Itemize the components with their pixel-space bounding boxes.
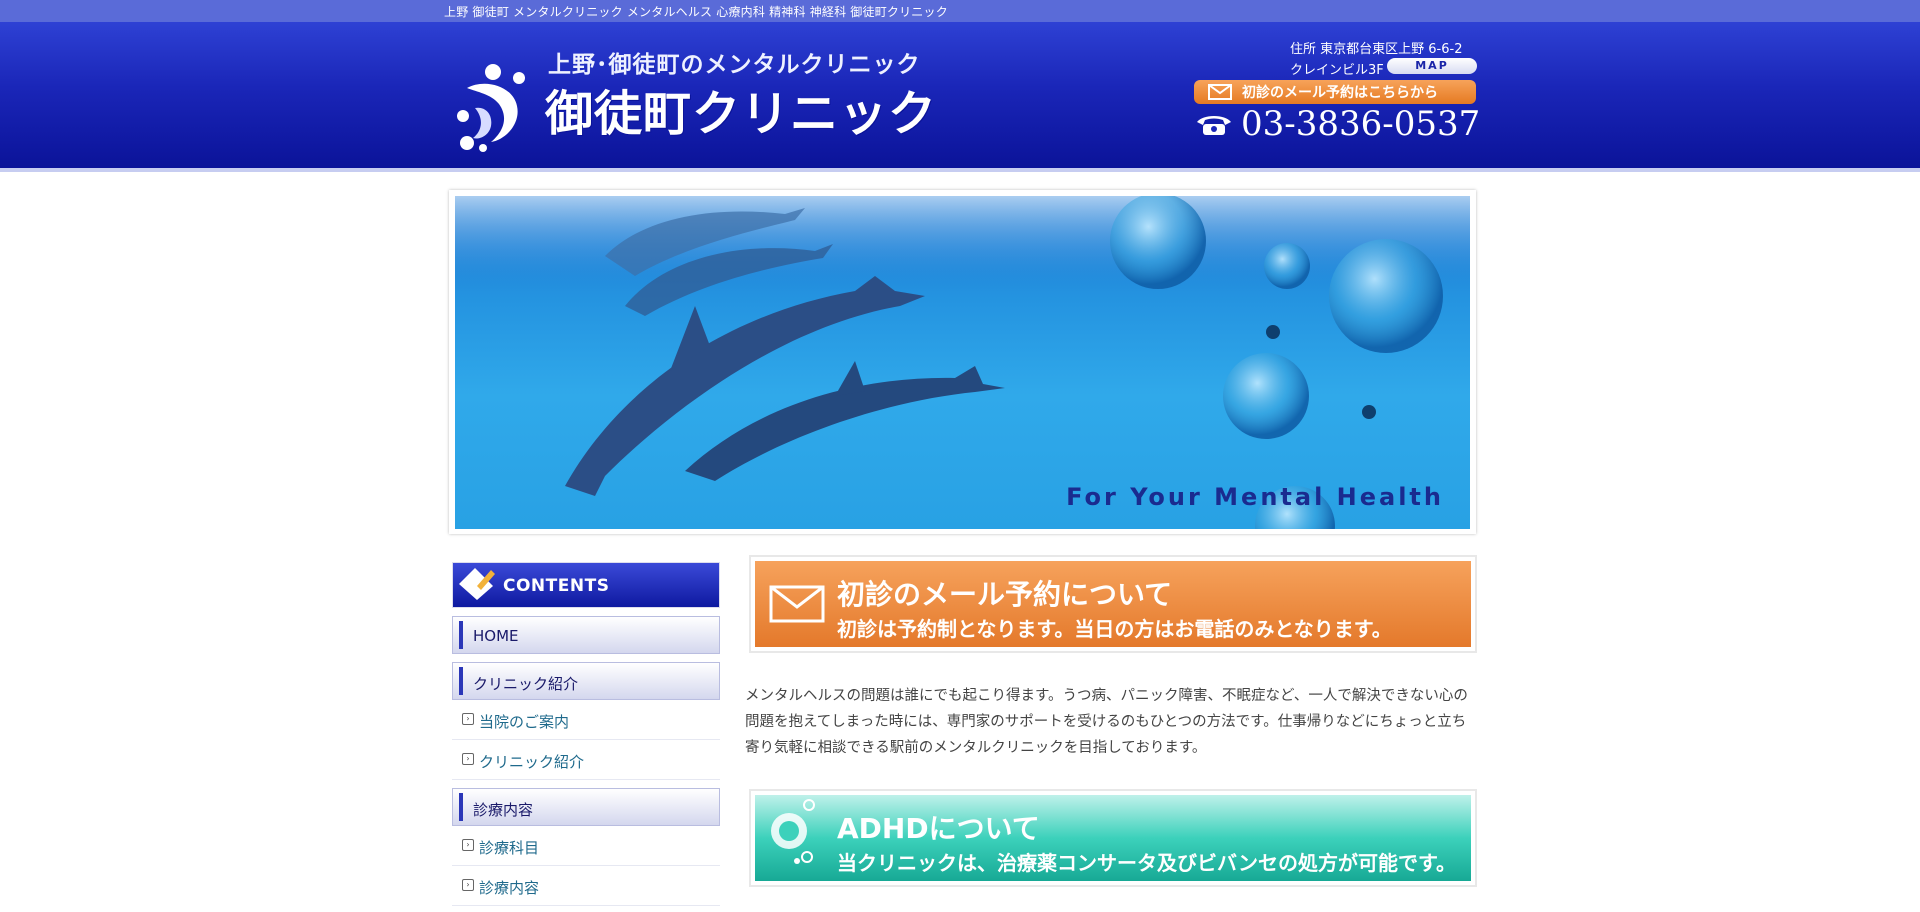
envelope-icon: [769, 585, 825, 623]
hero-image: For Your Mental Health: [455, 196, 1470, 529]
banner-desc: 当クリニックは、治療薬コンサータ及びビバンセの処方が可能です。: [837, 851, 1456, 875]
sidebar-section-clinic[interactable]: クリニック紹介: [452, 662, 720, 700]
sidebar-item-home[interactable]: HOME: [452, 616, 720, 654]
phone-number[interactable]: 03-3836-0537: [1195, 104, 1480, 144]
sidebar-item-label: クリニック紹介: [479, 753, 585, 771]
arrow-box-icon: ›: [462, 753, 474, 765]
gear-bubble-icon: [771, 799, 815, 864]
banner-desc: 初診は予約制となります。当日の方はお電話のみとなります。: [837, 617, 1392, 641]
pencil-note-icon: [459, 568, 495, 600]
site-header: 上野･御徒町のメンタルクリニック 御徒町クリニック 住所 東京都台東区上野 6-…: [0, 22, 1920, 172]
sidebar-item-treatment-details[interactable]: › 診療内容: [452, 866, 720, 906]
sidebar-section-label: 診療内容: [473, 801, 534, 819]
hero-caption: For Your Mental Health: [1066, 483, 1444, 511]
sidebar-item-label: HOME: [473, 627, 519, 645]
keyword-text: 上野 御徒町 メンタルクリニック メンタルヘルス 心療内科 精神科 神経科 御徒…: [444, 5, 948, 19]
arrow-box-icon: ›: [462, 879, 474, 891]
address-line1: 住所 東京都台東区上野 6-6-2: [1290, 42, 1463, 57]
dolphins-illustration-icon: [455, 196, 1470, 529]
dolphin-logo-icon[interactable]: [455, 48, 535, 154]
mail-reservation-button[interactable]: 初診のメール予約はこちらから: [1194, 80, 1476, 104]
banner-title: 初診のメール予約について: [837, 578, 1173, 611]
sidebar-item-guide[interactable]: › 当院のご案内: [452, 700, 720, 740]
address-line2: クレインビル3F: [1290, 63, 1384, 78]
top-keyword-bar: 上野 御徒町 メンタルクリニック メンタルヘルス 心療内科 精神科 神経科 御徒…: [0, 0, 1920, 22]
arrow-box-icon: ›: [462, 839, 474, 851]
arrow-box-icon: ›: [462, 713, 474, 725]
intro-paragraph: メンタルヘルスの問題は誰にでも起こり得ます。うつ病、パニック障害、不眠症など、一…: [745, 688, 1468, 756]
contents-header: CONTENTS: [452, 562, 720, 608]
sidebar-section-treatment[interactable]: 診療内容: [452, 788, 720, 826]
telephone-icon: [1197, 116, 1231, 135]
phone-number-text: 03-3836-0537: [1241, 104, 1481, 144]
sidebar-item-label: 診療内容: [479, 879, 540, 897]
sidebar-nav: CONTENTS HOME クリニック紹介 › 当院のご案内 › クリニック紹介…: [452, 562, 720, 906]
adhd-banner[interactable]: ADHDについて 当クリニックは、治療薬コンサータ及びビバンセの処方が可能です。: [749, 789, 1477, 887]
main-content: 初診のメール予約について 初診は予約制となります。当日の方はお電話のみとなります…: [745, 555, 1477, 887]
sidebar-item-label: 当院のご案内: [479, 713, 570, 731]
contents-label: CONTENTS: [503, 576, 610, 596]
clinic-name-logo[interactable]: 御徒町クリニック: [545, 74, 937, 144]
sidebar-section-label: クリニック紹介: [473, 675, 579, 693]
sidebar-item-clinic-intro[interactable]: › クリニック紹介: [452, 740, 720, 780]
envelope-icon: [1208, 84, 1232, 100]
sidebar-item-departments[interactable]: › 診療科目: [452, 826, 720, 866]
mail-reservation-label: 初診のメール予約はこちらから: [1242, 85, 1438, 101]
mail-reservation-banner[interactable]: 初診のメール予約について 初診は予約制となります。当日の方はお電話のみとなります…: [749, 555, 1477, 653]
hero-banner: For Your Mental Health: [449, 190, 1476, 534]
sidebar-item-label: 診療科目: [479, 839, 540, 857]
map-button[interactable]: MAP: [1387, 58, 1477, 74]
banner-title: ADHDについて: [837, 812, 1040, 845]
